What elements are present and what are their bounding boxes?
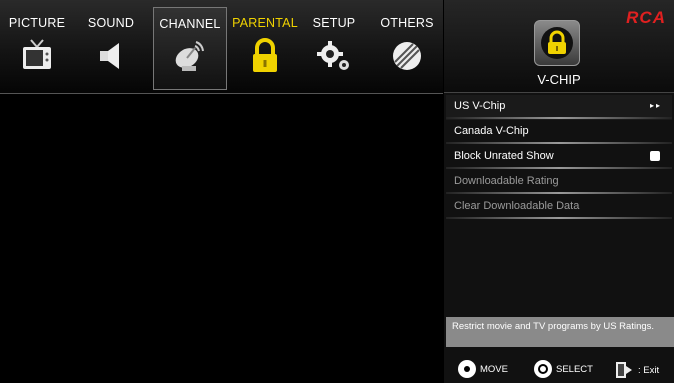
menu-item-label: Downloadable Rating bbox=[454, 175, 559, 187]
tab-parental[interactable]: PARENTAL bbox=[228, 8, 302, 91]
move-label: MOVE bbox=[480, 363, 508, 375]
exit-hint: : Exit bbox=[614, 360, 659, 380]
tab-label: OTHERS bbox=[380, 16, 434, 30]
gears-icon bbox=[317, 41, 349, 70]
lock-icon bbox=[253, 38, 277, 72]
dpad-icon bbox=[458, 360, 476, 378]
menu-item-us-vchip[interactable]: US V-Chip ▸▸ bbox=[446, 95, 672, 120]
tab-label: PARENTAL bbox=[232, 16, 298, 30]
tab-label: SETUP bbox=[312, 16, 356, 30]
help-text: Restrict movie and TV programs by US Rat… bbox=[446, 317, 674, 347]
menu-item-clear-downloadable[interactable]: Clear Downloadable Data bbox=[446, 195, 672, 220]
select-hint: SELECT bbox=[534, 360, 593, 378]
panel-title: V-CHIP bbox=[537, 72, 581, 87]
exit-label: : Exit bbox=[638, 364, 660, 376]
tab-picture[interactable]: PICTURE bbox=[0, 8, 74, 91]
tab-sound[interactable]: SOUND bbox=[74, 8, 148, 91]
others-icon bbox=[393, 42, 421, 70]
main-menu-bar: PICTURE SOUND CHANNEL PARENTAL SETUP OTH… bbox=[0, 0, 443, 94]
tab-channel[interactable]: CHANNEL bbox=[153, 7, 227, 90]
select-label: SELECT bbox=[556, 363, 593, 375]
tab-label: SOUND bbox=[87, 16, 135, 30]
vchip-panel: RCA V-CHIP US V-Chip ▸▸ Canada V-Chip Bl… bbox=[444, 0, 674, 383]
tab-label: PICTURE bbox=[8, 16, 66, 30]
menu-item-label: US V-Chip bbox=[454, 100, 506, 112]
checkbox[interactable] bbox=[650, 151, 660, 161]
tab-others[interactable]: OTHERS bbox=[370, 8, 444, 91]
satellite-dish-icon bbox=[175, 41, 204, 71]
arrow-right-icon: ▸▸ bbox=[649, 101, 662, 110]
menu-item-label: Clear Downloadable Data bbox=[454, 200, 580, 212]
tab-setup[interactable]: SETUP bbox=[297, 8, 371, 91]
menu-item-block-unrated[interactable]: Block Unrated Show bbox=[446, 145, 672, 170]
move-hint: MOVE bbox=[458, 360, 508, 378]
vchip-menu: US V-Chip ▸▸ Canada V-Chip Block Unrated… bbox=[446, 95, 672, 220]
footer-hints: MOVE SELECT : Exit bbox=[444, 354, 674, 383]
panel-header: RCA V-CHIP bbox=[444, 0, 674, 93]
menu-item-canada-vchip[interactable]: Canada V-Chip bbox=[446, 120, 672, 145]
menu-item-downloadable-rating[interactable]: Downloadable Rating bbox=[446, 170, 672, 195]
select-icon bbox=[534, 360, 552, 378]
speaker-icon bbox=[100, 43, 119, 69]
menu-item-label: Block Unrated Show bbox=[454, 150, 554, 162]
tv-icon bbox=[23, 39, 51, 69]
tab-label: CHANNEL bbox=[159, 17, 221, 31]
menu-item-label: Canada V-Chip bbox=[454, 125, 529, 137]
exit-icon bbox=[616, 362, 632, 378]
brand-logo: RCA bbox=[626, 8, 666, 27]
vchip-lock-icon bbox=[534, 20, 580, 66]
